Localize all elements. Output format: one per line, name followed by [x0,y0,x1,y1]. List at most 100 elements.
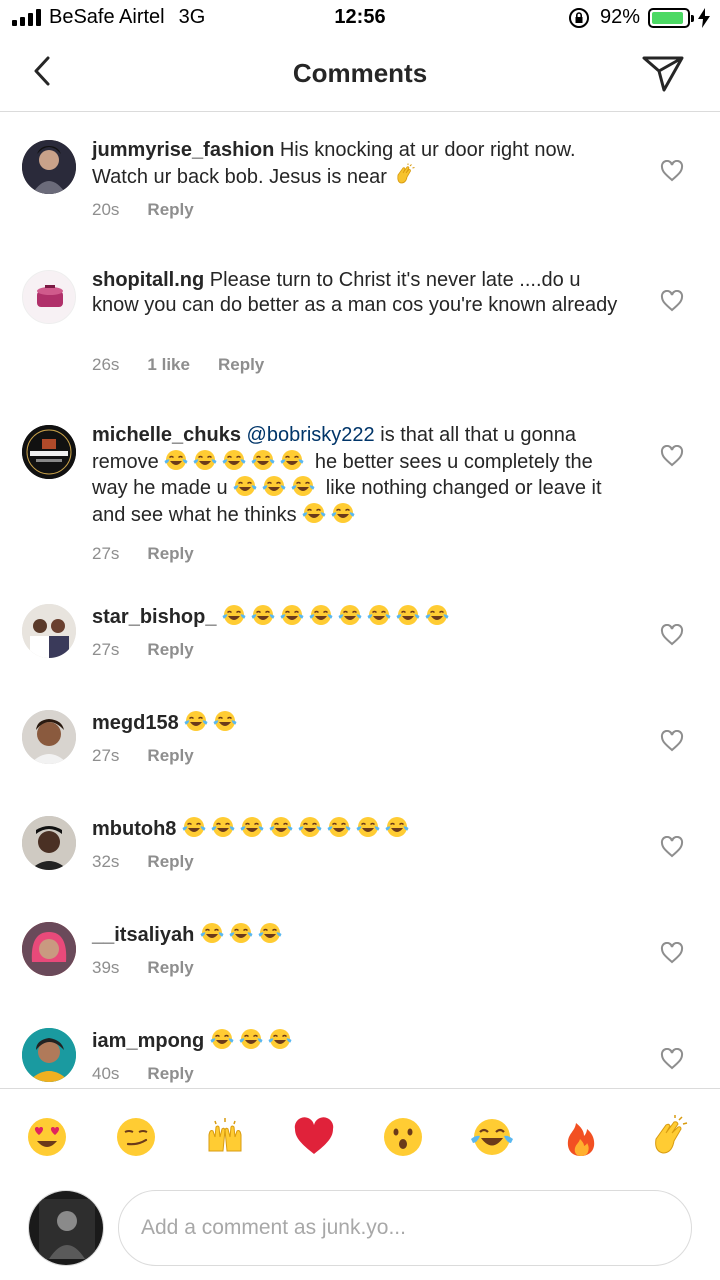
tears-of-joy-emoji-icon [164,449,188,470]
likes-count[interactable]: 1 like [147,355,190,375]
heart-icon[interactable] [660,730,684,752]
rotation-lock-icon [568,7,589,28]
comment-username[interactable]: iam_mpong [92,1030,204,1052]
tears-of-joy-emoji-icon [269,817,293,837]
comment-time: 20s [92,200,120,219]
tears-of-joy-emoji-icon [309,605,333,625]
avatar[interactable] [22,710,76,764]
reply-button[interactable]: Reply [147,200,193,220]
status-right: 92% [568,6,710,29]
comment-time: 27s [92,544,120,563]
comment-username[interactable]: jummyrise_fashion [92,139,274,161]
emoji-quick-bar [0,1088,720,1184]
tears-of-joy-emoji-icon [262,476,286,496]
tears-of-joy-emoji-icon [222,449,246,470]
comment-meta: 40s Reply [92,1064,194,1084]
comment-input[interactable] [118,1190,692,1266]
comment-meta: 27s Reply [92,640,194,660]
comment-username[interactable]: __itsaliyah [92,924,194,946]
tears-of-joy-emoji-icon [233,476,257,496]
red-heart-emoji-icon[interactable] [292,1115,336,1159]
tears-of-joy-emoji-icon [258,923,282,943]
reply-button[interactable]: Reply [147,958,193,978]
reply-button[interactable]: Reply [218,355,264,375]
comments-list[interactable]: jummyrise_fashion His knocking at ur doo… [0,113,720,1088]
comment-time: 32s [92,852,120,871]
tears-of-joy-emoji-icon [211,817,235,837]
page-title: Comments [292,58,428,88]
battery-percent: 92% [599,6,640,28]
avatar[interactable] [22,270,76,324]
comment-composer [0,1184,720,1280]
reply-button[interactable]: Reply [147,746,193,766]
tears-of-joy-emoji-icon [184,711,208,731]
status-bar: BeSafe Airtel 3G 12:56 92% [0,0,720,36]
comment-username[interactable]: mbutoh8 [92,818,176,840]
tears-of-joy-emoji-icon [251,449,275,470]
reply-button[interactable]: Reply [147,640,193,660]
raised-hands-emoji-icon[interactable] [203,1115,247,1159]
tears-of-joy-emoji-icon [338,605,362,625]
heart-icon[interactable] [660,942,684,964]
mention-link[interactable]: @bobrisky222 [247,424,375,446]
comment-body: mbutoh8 [92,815,632,842]
comment-time: 27s [92,640,120,659]
tears-of-joy-emoji-icon [182,817,206,837]
tears-of-joy-emoji-icon [302,502,326,523]
heart-icon[interactable] [660,836,684,858]
avatar [28,1190,104,1266]
comment-body: jummyrise_fashion His knocking at ur doo… [92,138,632,189]
tears-of-joy-emoji-group [200,923,287,946]
tears-of-joy-emoji-icon [327,817,351,837]
avatar[interactable] [22,816,76,870]
avatar[interactable] [22,604,76,658]
avatar[interactable] [22,1028,76,1082]
fire-emoji-icon[interactable] [559,1115,603,1159]
comment-username[interactable]: shopitall.ng [92,269,204,291]
tears-of-joy-emoji-icon [229,923,253,943]
comment-body: shopitall.ng Please turn to Christ it's … [92,268,632,317]
tears-of-joy-emoji-icon [425,605,449,625]
reply-button[interactable]: Reply [147,852,193,872]
paper-plane-icon[interactable] [640,50,686,96]
comment-body: iam_mpong [92,1027,632,1054]
smirk-emoji-icon[interactable] [114,1115,158,1159]
tears-of-joy-emoji-icon [240,817,264,837]
clapping-hands-emoji-icon [396,163,415,183]
tears-of-joy-emoji-group [210,1029,297,1052]
header: Comments [0,36,720,112]
tears-of-joy-emoji-icon [396,605,420,625]
comment-body: michelle_chuks @bobrisky222 is that all … [92,423,632,527]
surprised-emoji-icon[interactable] [381,1115,425,1159]
tears-of-joy-emoji-group [233,476,320,499]
tears-of-joy-emoji-group [182,817,414,840]
comment-meta: 39s Reply [92,958,194,978]
heart-icon[interactable] [660,1048,684,1070]
avatar[interactable] [22,140,76,194]
tears-of-joy-emoji-icon [356,817,380,837]
comment-body: megd158 [92,709,632,736]
avatar[interactable] [22,922,76,976]
comment-meta: 20s Reply [92,200,194,220]
comment-username[interactable]: michelle_chuks [92,424,241,446]
clapping-hands-emoji-icon[interactable] [648,1115,692,1159]
avatar[interactable] [22,425,76,479]
comment-username[interactable]: megd158 [92,712,179,734]
comment-meta: 27s Reply [92,746,194,766]
reply-button[interactable]: Reply [147,544,193,564]
heart-icon[interactable] [660,624,684,646]
heart-icon[interactable] [660,290,684,312]
comment-time: 39s [92,958,120,977]
heart-icon[interactable] [660,160,684,182]
tears-of-joy-emoji-icon [213,711,237,731]
charging-bolt-icon [698,7,710,28]
heart-icon[interactable] [660,445,684,467]
tears-of-joy-emoji-icon [298,817,322,837]
comment-time: 27s [92,746,120,765]
comment-username[interactable]: star_bishop_ [92,606,216,628]
tears-of-joy-emoji-icon[interactable] [470,1115,514,1159]
comment-time: 26s [92,355,120,374]
heart-eyes-emoji-icon[interactable] [25,1115,69,1159]
tears-of-joy-emoji-icon [239,1029,263,1049]
reply-button[interactable]: Reply [147,1064,193,1084]
